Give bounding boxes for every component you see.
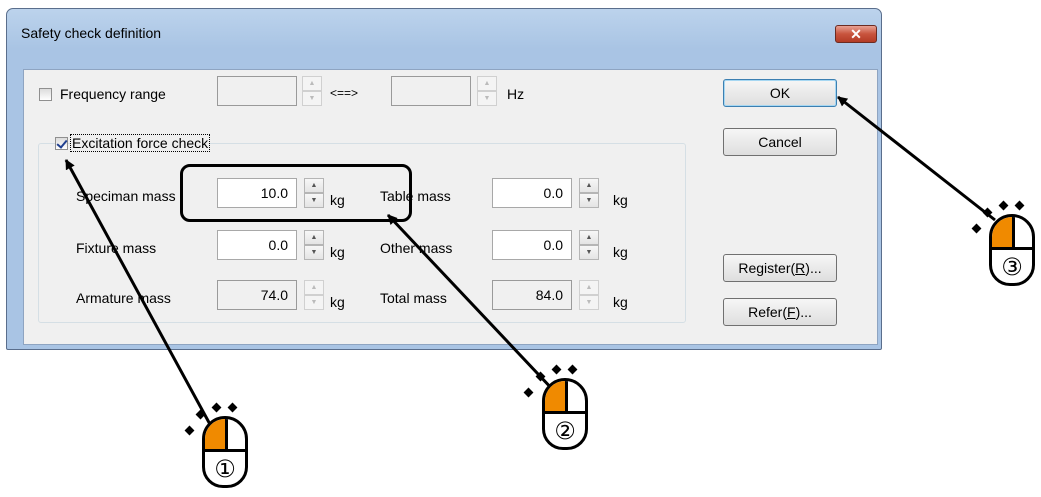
arrow-step2 [386, 213, 557, 394]
annotation-arrows [64, 95, 996, 429]
mouse-icon: ① [202, 416, 248, 488]
mouse-icon: ③ [989, 214, 1035, 286]
mouse-icon: ② [542, 378, 588, 450]
step1-label: ① [214, 455, 236, 483]
step2-label: ② [554, 417, 576, 445]
step3-label: ③ [1001, 253, 1023, 281]
arrow-step3 [837, 95, 996, 222]
arrow-step1 [64, 159, 214, 429]
